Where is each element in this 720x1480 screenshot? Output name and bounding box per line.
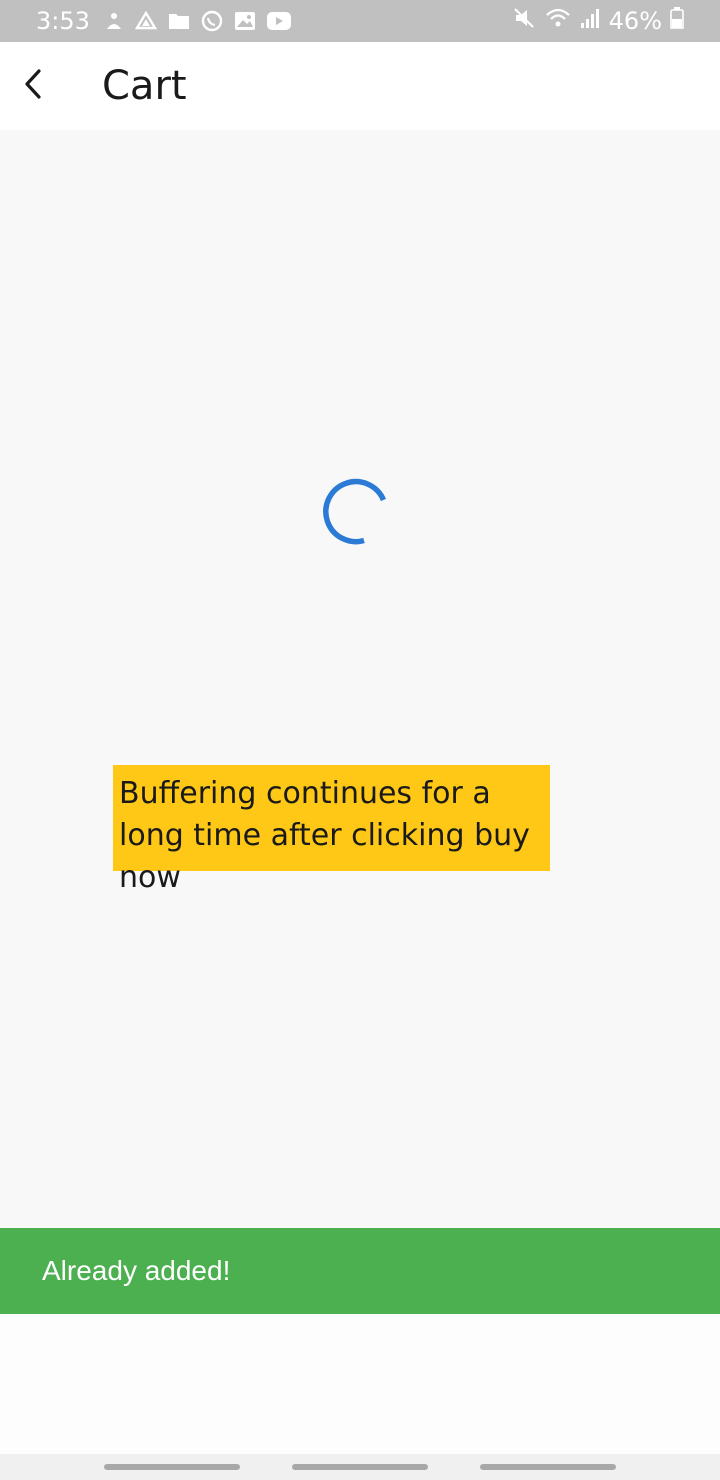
nav-back-handle[interactable] bbox=[480, 1464, 616, 1470]
folder-icon bbox=[168, 12, 190, 30]
status-bar: 3:53 46% bbox=[0, 0, 720, 42]
back-button[interactable] bbox=[0, 42, 66, 130]
notification-icon bbox=[104, 11, 124, 31]
wifi-icon bbox=[545, 7, 571, 35]
mute-icon bbox=[513, 7, 537, 35]
status-notification-icons bbox=[104, 10, 291, 32]
status-system-icons: 46% bbox=[513, 7, 684, 35]
snackbar-message: Already added! bbox=[42, 1255, 231, 1286]
battery-percent: 46% bbox=[608, 7, 662, 35]
whatsapp-icon bbox=[201, 10, 223, 32]
navigation-bar bbox=[0, 1454, 720, 1480]
drive-icon bbox=[134, 11, 157, 31]
app-bar: Cart bbox=[0, 42, 720, 130]
annotation-note: Buffering continues for a long time afte… bbox=[113, 765, 550, 895]
snackbar: Already added! bbox=[0, 1228, 720, 1314]
page-title: Cart bbox=[102, 63, 187, 109]
loading-spinner-icon bbox=[323, 478, 387, 545]
back-arrow-icon bbox=[21, 67, 45, 105]
signal-icon bbox=[579, 7, 601, 35]
nav-home-handle[interactable] bbox=[292, 1464, 428, 1470]
battery-icon bbox=[670, 7, 684, 35]
bottom-area bbox=[0, 1314, 720, 1454]
nav-recents-handle[interactable] bbox=[104, 1464, 240, 1470]
gallery-icon bbox=[234, 11, 256, 31]
cart-content: Buffering continues for a long time afte… bbox=[0, 130, 720, 1228]
youtube-icon bbox=[266, 12, 291, 30]
screen: 3:53 46% Cart Buffering continues for a … bbox=[0, 0, 720, 1480]
status-time: 3:53 bbox=[36, 7, 90, 35]
